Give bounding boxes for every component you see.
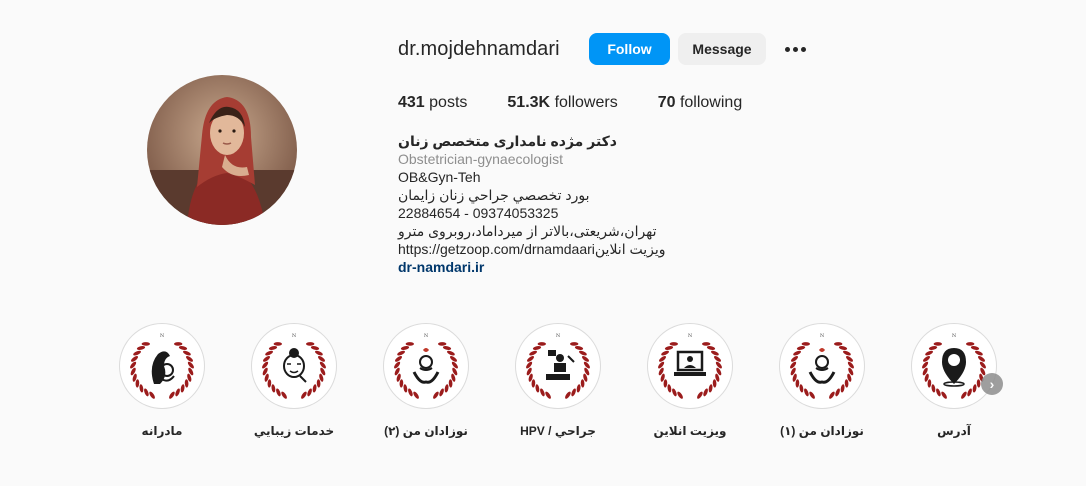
highlight-item[interactable]: N مادرانه [107, 323, 217, 438]
bio-phone: 22884654 - 09374053325 [398, 205, 559, 221]
posts-label: posts [429, 94, 468, 111]
posts-count: 431 [398, 94, 425, 111]
highlight-item[interactable]: N ويزيت انلاين [635, 323, 745, 438]
highlight-label: HPV / جراحي [520, 424, 596, 438]
story-highlights: N مادرانه N خدمات زيبايي N نوزادان من (۲… [0, 323, 1086, 453]
following-count: 70 [657, 94, 676, 111]
message-button[interactable]: Message [678, 33, 766, 65]
highlight-label: نوزادان من (۲) [384, 424, 468, 438]
more-options-icon[interactable] [783, 37, 807, 61]
followers-count: 51.3K [507, 94, 551, 111]
profile-bio: دکتر مژده نامداری متخصص زنان Obstetricia… [398, 132, 778, 276]
highlight-item[interactable]: N خدمات زيبايي [239, 323, 349, 438]
follow-button[interactable]: Follow [589, 33, 670, 65]
highlight-label: آدرس [937, 424, 971, 438]
online-visit-icon: N [650, 326, 730, 406]
bio-visit-link: https://getzoop.com/drnamdaariویزیت انلا… [398, 241, 666, 257]
avatar-photo [147, 75, 297, 225]
highlight-label: مادرانه [141, 424, 183, 438]
full-name: دکتر مژده نامداری متخصص زنان [398, 133, 617, 149]
category-label: Obstetrician-gynaecologist [398, 151, 563, 167]
bio-line-1: OB&Gyn-Teh [398, 169, 481, 185]
highlight-item[interactable]: N HPV / جراحي [503, 323, 613, 438]
location-pin-icon: N [914, 326, 994, 406]
surgery-icon: N [518, 326, 598, 406]
highlight-label: خدمات زيبايي [253, 424, 335, 438]
mother-baby-icon: N [122, 326, 202, 406]
highlights-next-icon[interactable]: › [981, 373, 1003, 395]
following-stat[interactable]: 70 following [658, 94, 743, 112]
highlight-item[interactable]: N نوزادان من (۲) [371, 323, 481, 438]
website-link[interactable]: dr-namdari.ir [398, 258, 778, 276]
highlight-label: ويزيت انلاين [653, 424, 727, 438]
bio-line-2: بورد تخصصي جراحي زنان زايمان [398, 187, 590, 203]
posts-stat: 431 posts [398, 94, 467, 112]
baby-hands-icon: N [782, 326, 862, 406]
bio-address: تهران،شریعتی،بالاتر از میرداماد،روبروی م… [398, 223, 657, 239]
profile-stats: 431 posts 51.3K followers 70 following [398, 94, 782, 112]
following-label: following [679, 94, 743, 111]
baby-hands-icon: N [386, 326, 466, 406]
username: dr.mojdehnamdari [398, 38, 560, 60]
followers-stat[interactable]: 51.3K followers [507, 94, 617, 112]
highlight-label: نوزادان من (۱) [780, 424, 864, 438]
followers-label: followers [554, 94, 618, 111]
highlight-item[interactable]: N نوزادان من (۱) [767, 323, 877, 438]
beauty-face-icon: N [254, 326, 334, 406]
profile-avatar[interactable] [147, 75, 297, 225]
